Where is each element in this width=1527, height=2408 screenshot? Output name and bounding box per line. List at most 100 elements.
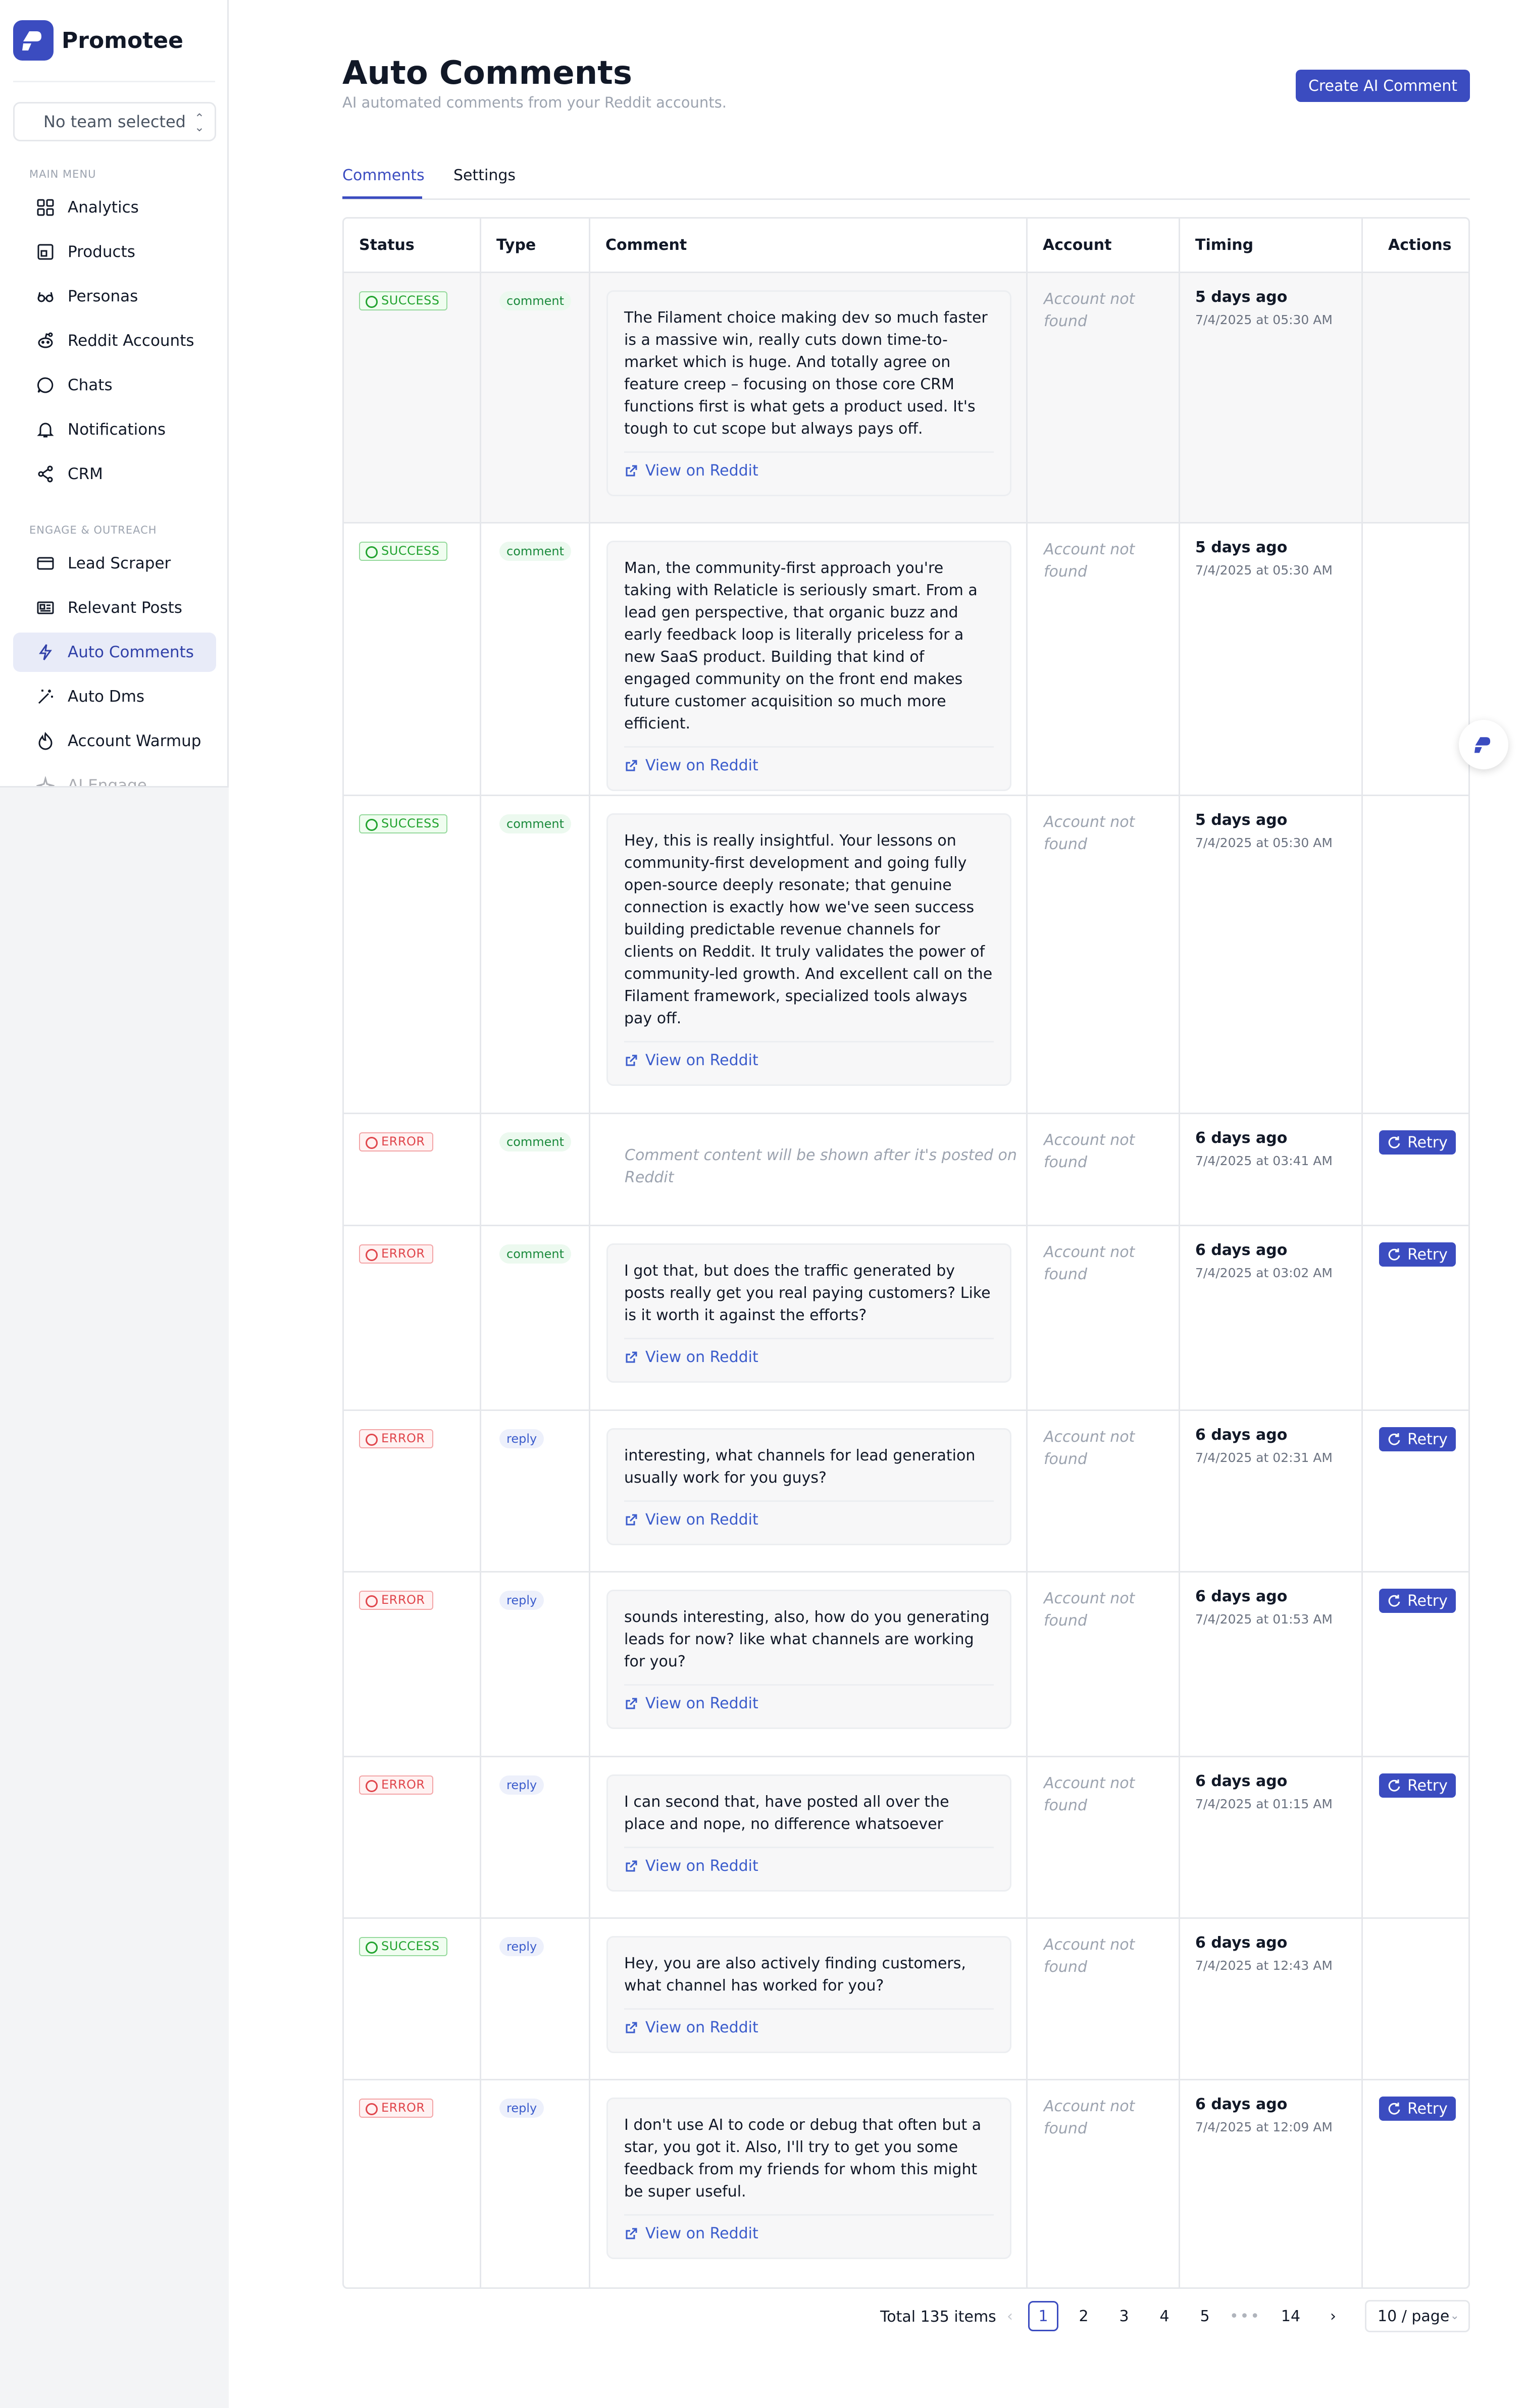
comment-text: I can second that, have posted all over … — [624, 1793, 949, 1833]
sidebar-item-notifications[interactable]: Notifications — [13, 410, 216, 449]
retry-button[interactable]: Retry — [1379, 1773, 1456, 1798]
team-selector[interactable]: No team selected ⌃ ⌄ — [13, 102, 216, 141]
retry-button[interactable]: Retry — [1379, 1589, 1456, 1613]
actions-cell — [1363, 273, 1468, 522]
tab-comments[interactable]: Comments — [342, 167, 425, 184]
column-header-timing[interactable]: Timing — [1180, 219, 1363, 272]
sidebar-item-relevant-posts[interactable]: Relevant Posts — [13, 588, 216, 627]
view-on-reddit-label: View on Reddit — [645, 1348, 758, 1366]
comment-cell: sounds interesting, also, how do you gen… — [590, 1573, 1028, 1756]
view-on-reddit-link[interactable]: View on Reddit — [624, 2214, 994, 2242]
comment-cell: Hey, this is really insightful. Your les… — [590, 796, 1028, 1113]
account-value: Account not found — [1044, 1936, 1135, 1976]
column-header-type[interactable]: Type — [481, 219, 590, 272]
account-value: Account not found — [1044, 2098, 1135, 2137]
pagination-ellipsis[interactable]: ••• — [1230, 2301, 1260, 2331]
pagination-page[interactable]: 3 — [1109, 2301, 1139, 2331]
view-on-reddit-link[interactable]: View on Reddit — [624, 1338, 994, 1366]
timing-absolute: 7/4/2025 at 05:30 AM — [1195, 563, 1333, 578]
view-on-reddit-link[interactable]: View on Reddit — [624, 746, 994, 774]
refresh-icon — [1388, 1136, 1400, 1148]
timing-cell: 6 days ago 7/4/2025 at 02:31 AM — [1180, 1411, 1363, 1571]
view-on-reddit-link[interactable]: View on Reddit — [624, 1500, 994, 1529]
sidebar-item-reddit-accounts[interactable]: Reddit Accounts — [13, 321, 216, 360]
sidebar-item-auto-comments[interactable]: Auto Comments — [13, 633, 216, 672]
sidebar-item-lead-scraper[interactable]: Lead Scraper — [13, 544, 216, 583]
retry-button[interactable]: Retry — [1379, 1130, 1456, 1155]
retry-button[interactable]: Retry — [1379, 1242, 1456, 1267]
pagination-page[interactable]: 4 — [1149, 2301, 1180, 2331]
glasses-icon — [37, 292, 54, 302]
sidebar-item-crm[interactable]: CRM — [13, 454, 216, 494]
external-link-icon — [626, 2228, 637, 2239]
tab-settings[interactable]: Settings — [453, 167, 516, 184]
view-on-reddit-link[interactable]: View on Reddit — [624, 2008, 994, 2036]
external-link-icon — [626, 2022, 637, 2033]
sidebar-item-ai-engage[interactable]: AI Engage — [13, 766, 216, 788]
sidebar-item-label: Lead Scraper — [68, 554, 171, 572]
comment-card: The Filament choice making dev so much f… — [606, 290, 1011, 496]
actions-cell: Retry — [1363, 1114, 1468, 1225]
create-ai-comment-button[interactable]: Create AI Comment — [1296, 70, 1470, 102]
comment-card: I got that, but does the traffic generat… — [606, 1243, 1011, 1383]
pagination-page[interactable]: 5 — [1190, 2301, 1220, 2331]
floating-assistant-button[interactable] — [1459, 720, 1508, 769]
sidebar-item-products[interactable]: Products — [13, 232, 216, 272]
timing-relative: 6 days ago — [1195, 1588, 1288, 1605]
tabs-divider — [342, 198, 1470, 200]
comment-text: The Filament choice making dev so much f… — [624, 309, 988, 438]
sidebar-item-label: AI Engage — [68, 776, 147, 788]
external-link-icon — [626, 1055, 637, 1066]
view-on-reddit-link[interactable]: View on Reddit — [624, 1684, 994, 1712]
status-badge: ERROR — [359, 1775, 433, 1795]
status-cell: SUCCESS — [344, 1919, 481, 2079]
news-icon — [37, 601, 54, 614]
section-label-main-menu: MAIN MENU — [29, 168, 96, 180]
sidebar-item-personas[interactable]: Personas — [13, 277, 216, 316]
status-badge: ERROR — [359, 1132, 433, 1151]
status-badge: ERROR — [359, 1591, 433, 1610]
pagination-page[interactable]: 2 — [1068, 2301, 1099, 2331]
table-row: SUCCESS reply Hey, you are also actively… — [344, 1919, 1468, 2080]
type-badge: comment — [499, 1132, 572, 1151]
sidebar-item-auto-dms[interactable]: Auto Dms — [13, 677, 216, 716]
sidebar-item-chats[interactable]: Chats — [13, 365, 216, 405]
account-cell: Account not found — [1028, 1226, 1180, 1409]
actions-cell — [1363, 524, 1468, 795]
pagination-page[interactable]: 14 — [1276, 2301, 1306, 2331]
pagination-next-button[interactable]: › — [1318, 2301, 1348, 2331]
sidebar-item-account-warmup[interactable]: Account Warmup — [13, 721, 216, 761]
account-value: Account not found — [1044, 541, 1135, 581]
column-header-actions[interactable]: Actions — [1363, 219, 1468, 272]
sidebar-item-analytics[interactable]: Analytics — [13, 188, 216, 227]
magic-wand-icon — [38, 690, 53, 704]
sidebar-item-label: Personas — [68, 287, 138, 305]
active-tab-indicator — [342, 196, 422, 199]
column-header-account[interactable]: Account — [1028, 219, 1180, 272]
type-badge: reply — [499, 1591, 544, 1610]
comment-placeholder: Comment content will be shown after it's… — [625, 1146, 1017, 1186]
pagination-page[interactable]: 1 — [1028, 2301, 1058, 2331]
page-size-select[interactable]: 10 / page ⌄ — [1365, 2300, 1470, 2332]
view-on-reddit-link[interactable]: View on Reddit — [624, 451, 994, 480]
timing-cell: 6 days ago 7/4/2025 at 03:02 AM — [1180, 1226, 1363, 1409]
retry-button[interactable]: Retry — [1379, 1427, 1456, 1451]
external-link-icon — [626, 1698, 637, 1709]
divider — [13, 81, 215, 82]
actions-cell — [1363, 1919, 1468, 2079]
timing-cell: 6 days ago 7/4/2025 at 01:15 AM — [1180, 1757, 1363, 1917]
view-on-reddit-link[interactable]: View on Reddit — [624, 1847, 994, 1875]
view-on-reddit-label: View on Reddit — [645, 1052, 758, 1069]
timing-relative: 6 days ago — [1195, 1772, 1288, 1790]
page-size-value: 10 / page — [1378, 2307, 1450, 2325]
pagination-prev-button[interactable]: ‹ — [995, 2301, 1025, 2331]
timing-absolute: 7/4/2025 at 03:41 AM — [1195, 1154, 1333, 1168]
retry-button[interactable]: Retry — [1379, 2097, 1456, 2121]
column-header-status[interactable]: Status — [344, 219, 481, 272]
brand[interactable]: Promotee — [13, 20, 183, 61]
account-value: Account not found — [1044, 1590, 1135, 1630]
table-row: SUCCESS comment Man, the community-first… — [344, 524, 1468, 796]
view-on-reddit-link[interactable]: View on Reddit — [624, 1041, 994, 1069]
external-link-icon — [626, 760, 637, 771]
column-header-comment[interactable]: Comment — [590, 219, 1028, 272]
